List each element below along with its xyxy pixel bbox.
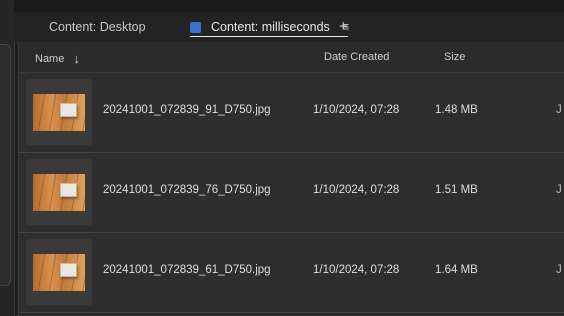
column-size[interactable]: Size (444, 51, 465, 63)
thumbnail[interactable] (26, 159, 92, 225)
file-date: 1/10/2024, 07:28 (313, 184, 400, 196)
file-extra: J (556, 184, 562, 196)
file-extra: J (556, 104, 562, 116)
file-extra: J (556, 264, 562, 276)
file-date: 1/10/2024, 07:28 (313, 264, 400, 276)
file-list: 20241001_072839_91_D750.jpg 1/10/2024, 0… (19, 72, 564, 316)
left-panel-edge (0, 0, 15, 316)
column-header: Name ↓ Date Created Size (19, 42, 564, 72)
file-size: 1.64 MB (435, 264, 478, 276)
tab-content-desktop[interactable]: Content: Desktop (49, 12, 146, 42)
image-thumbnail (33, 93, 85, 131)
image-thumbnail (33, 253, 85, 291)
content-tab-bar: Content: Desktop Content: milliseconds +… (14, 12, 564, 43)
file-list-panel: Name ↓ Date Created Size 20241001_072839… (18, 42, 564, 316)
thumbnail[interactable] (26, 79, 92, 145)
sort-down-icon[interactable]: ↓ (73, 51, 80, 66)
image-thumbnail (33, 173, 85, 211)
column-name-label: Name (35, 52, 65, 65)
column-name[interactable]: Name ↓ (35, 51, 80, 66)
active-tab-indicator-icon (190, 21, 201, 33)
tab-label: Content: milliseconds (211, 20, 330, 34)
active-tab-underline (190, 36, 348, 37)
file-name: 20241001_072839_91_D750.jpg (103, 104, 271, 116)
file-size: 1.51 MB (435, 184, 478, 196)
panel-menu-icon[interactable]: ≡ (342, 12, 349, 42)
file-row[interactable]: 20241001_072839_61_D750.jpg 1/10/2024, 0… (19, 233, 564, 313)
file-name: 20241001_072839_61_D750.jpg (103, 264, 271, 276)
file-row[interactable]: 20241001_072839_91_D750.jpg 1/10/2024, 0… (19, 73, 564, 153)
top-strip (14, 0, 564, 12)
file-row[interactable]: 20241001_072839_76_D750.jpg 1/10/2024, 0… (19, 153, 564, 233)
column-date-created[interactable]: Date Created (324, 51, 389, 63)
file-date: 1/10/2024, 07:28 (313, 104, 400, 116)
file-size: 1.48 MB (435, 104, 478, 116)
left-panel-frame (0, 44, 11, 286)
thumbnail[interactable] (26, 239, 92, 305)
tab-content-milliseconds[interactable]: Content: milliseconds + (190, 12, 348, 42)
file-name: 20241001_072839_76_D750.jpg (103, 184, 271, 196)
